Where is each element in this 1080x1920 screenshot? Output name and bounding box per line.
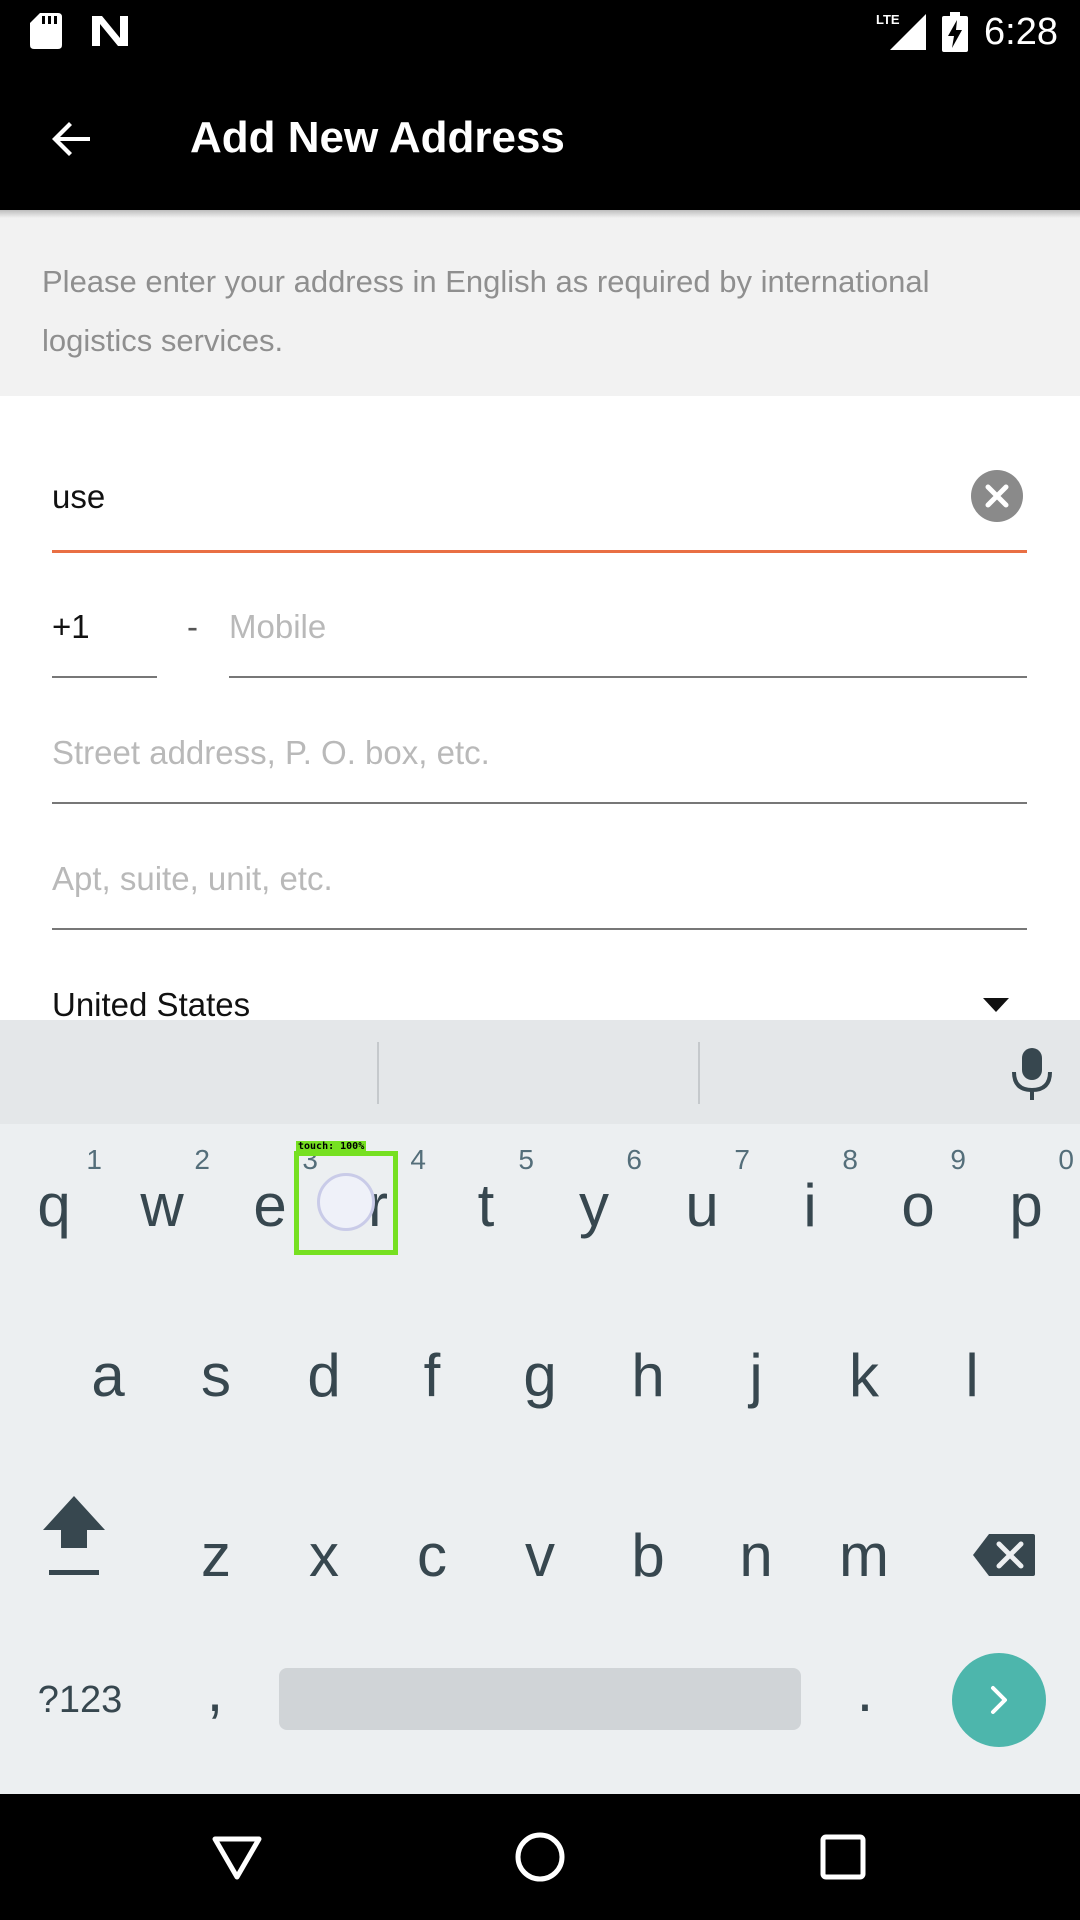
nav-back-button[interactable] (202, 1822, 272, 1892)
address-form: use +1 - Mobile Street address, P. O. bo… (0, 396, 1080, 1020)
touch-highlight-box (294, 1151, 398, 1255)
phone-separator: - (187, 608, 198, 645)
suggestion-divider (698, 1042, 700, 1104)
clock: 6:28 (984, 11, 1058, 53)
key-a[interactable]: a (54, 1310, 162, 1440)
soft-keyboard: q1 w2 e3 r4 t5 y6 u7 i8 o9 p0 a s d f g … (0, 1020, 1080, 1794)
country-select[interactable]: United States (52, 984, 1027, 1020)
notice-text: Please enter your address in English as … (42, 264, 930, 358)
key-k[interactable]: k (810, 1310, 918, 1440)
street-underline (52, 802, 1027, 804)
lte-signal-icon: LTE (876, 12, 926, 50)
backspace-icon (973, 1534, 1035, 1576)
mobile-placeholder: Mobile (229, 608, 327, 645)
key-d[interactable]: d (270, 1310, 378, 1440)
apt-field[interactable]: Apt, suite, unit, etc. (52, 858, 1027, 930)
phone-code-field[interactable]: +1 (52, 606, 157, 678)
dropdown-arrow-icon (983, 998, 1009, 1012)
key-w[interactable]: w2 (108, 1140, 216, 1270)
nav-home-button[interactable] (505, 1822, 575, 1892)
navigation-bar (0, 1794, 1080, 1920)
suggestion-divider (377, 1042, 379, 1104)
country-value: United States (52, 986, 251, 1020)
street-placeholder: Street address, P. O. box, etc. (52, 734, 490, 771)
next-key[interactable] (952, 1653, 1046, 1747)
key-u[interactable]: u7 (648, 1140, 756, 1270)
phone-row: +1 - Mobile (52, 606, 1027, 678)
key-v[interactable]: v (486, 1490, 594, 1620)
key-g[interactable]: g (486, 1310, 594, 1440)
apt-underline (52, 928, 1027, 930)
symbols-key[interactable]: ?123 (20, 1650, 140, 1750)
space-key[interactable] (279, 1668, 801, 1730)
triangle-back-icon (212, 1836, 262, 1880)
name-field-value: use (52, 478, 106, 515)
status-bar: LTE 6:28 (0, 0, 1080, 63)
n-icon (92, 16, 128, 46)
key-j[interactable]: j (702, 1310, 810, 1440)
shift-key[interactable] (20, 1470, 128, 1600)
microphone-icon (1012, 1048, 1052, 1100)
nav-recents-button[interactable] (808, 1822, 878, 1892)
arrow-back-icon (52, 122, 90, 156)
key-c[interactable]: c (378, 1490, 486, 1620)
key-y[interactable]: y6 (540, 1140, 648, 1270)
app-bar-shadow (0, 210, 1080, 218)
key-b[interactable]: b (594, 1490, 702, 1620)
key-z[interactable]: z (162, 1490, 270, 1620)
battery-charging-icon (942, 12, 968, 52)
page-title: Add New Address (190, 113, 565, 162)
mobile-field[interactable]: Mobile (229, 606, 1027, 678)
key-f[interactable]: f (378, 1310, 486, 1440)
key-i[interactable]: i8 (756, 1140, 864, 1270)
chevron-right-icon (991, 1686, 1007, 1714)
app-bar: Add New Address (0, 63, 1080, 210)
key-m[interactable]: m (810, 1490, 918, 1620)
backspace-key[interactable] (950, 1490, 1058, 1620)
close-icon (985, 484, 1009, 508)
comma-key[interactable]: , (170, 1630, 260, 1750)
clear-button[interactable] (971, 470, 1023, 522)
key-l[interactable]: l (918, 1310, 1026, 1440)
key-o[interactable]: o9 (864, 1140, 972, 1270)
key-s[interactable]: s (162, 1310, 270, 1440)
phone-code-underline (52, 676, 157, 678)
address-notice: Please enter your address in English as … (0, 210, 1080, 396)
key-t[interactable]: t5 (432, 1140, 540, 1270)
voice-input-button[interactable] (1006, 1046, 1058, 1102)
mobile-underline (229, 676, 1027, 678)
apt-placeholder: Apt, suite, unit, etc. (52, 860, 333, 897)
period-key[interactable]: . (820, 1630, 910, 1750)
phone-code-value: +1 (52, 608, 90, 645)
back-button[interactable] (36, 103, 108, 175)
suggestion-bar (0, 1020, 1080, 1124)
touch-label: touch: 100% (296, 1141, 367, 1153)
shift-arrow-icon (43, 1496, 105, 1575)
street-address-field[interactable]: Street address, P. O. box, etc. (52, 732, 1027, 804)
key-p[interactable]: p0 (972, 1140, 1080, 1270)
key-q[interactable]: q1 (0, 1140, 108, 1270)
key-n[interactable]: n (702, 1490, 810, 1620)
circle-home-icon (515, 1832, 565, 1882)
sd-card-icon (30, 13, 62, 49)
name-field-underline (52, 550, 1027, 553)
key-x[interactable]: x (270, 1490, 378, 1620)
svg-text:LTE: LTE (876, 12, 900, 27)
key-h[interactable]: h (594, 1310, 702, 1440)
name-field[interactable]: use (52, 470, 1027, 556)
square-recents-icon (820, 1834, 866, 1880)
